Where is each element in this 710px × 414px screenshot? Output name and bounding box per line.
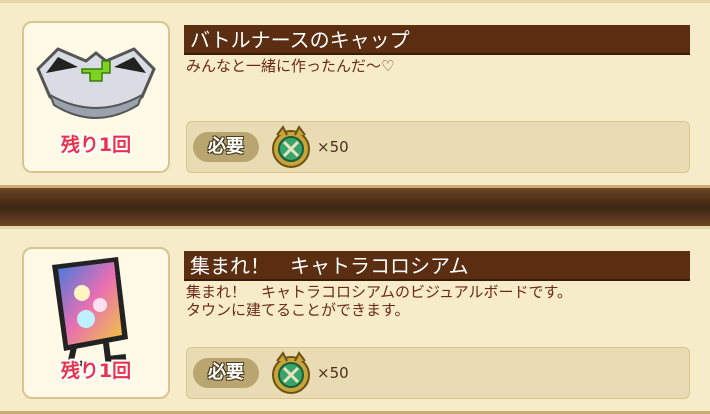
- requirement-box: 必要 ×50: [186, 121, 690, 173]
- item-card[interactable]: 残り1回 バトルナースのキャップ みんなと一緒に作ったんだ〜♡ 必要 ×50: [0, 0, 710, 188]
- item-title: 集まれ！ キャトラコロシアム: [184, 251, 690, 281]
- description-line: みんなと一緒に作ったんだ〜♡: [186, 57, 395, 75]
- item-description: みんなと一緒に作ったんだ〜♡: [186, 57, 686, 75]
- requirement-label: 必要: [193, 358, 259, 388]
- item-thumbnail: 残り1回: [22, 247, 170, 399]
- medal-icon: [272, 125, 310, 168]
- item-description: 集まれ！ キャトラコロシアムのビジュアルボードです。 タウンに建てることができま…: [186, 283, 686, 319]
- required-quantity: ×50: [317, 364, 349, 382]
- item-card[interactable]: 残り1回 集まれ！ キャトラコロシアム 集まれ！ キャトラコロシアムのビジュアル…: [0, 226, 710, 414]
- requirement-label: 必要: [193, 132, 259, 162]
- requirement-box: 必要 ×50: [186, 347, 690, 399]
- visual-board-icon: [52, 257, 128, 369]
- description-line: タウンに建てることができます。: [186, 301, 410, 319]
- item-title: バトルナースのキャップ: [184, 25, 690, 55]
- item-thumbnail: 残り1回: [22, 21, 170, 173]
- nurse-cap-icon: [36, 47, 156, 119]
- required-quantity: ×50: [317, 138, 349, 156]
- medal-icon: [272, 351, 310, 394]
- description-line: 集まれ！ キャトラコロシアムのビジュアルボードです。: [186, 283, 572, 301]
- card-divider: [0, 188, 710, 226]
- remaining-count: 残り1回: [60, 134, 132, 156]
- remaining-count: 残り1回: [60, 360, 132, 382]
